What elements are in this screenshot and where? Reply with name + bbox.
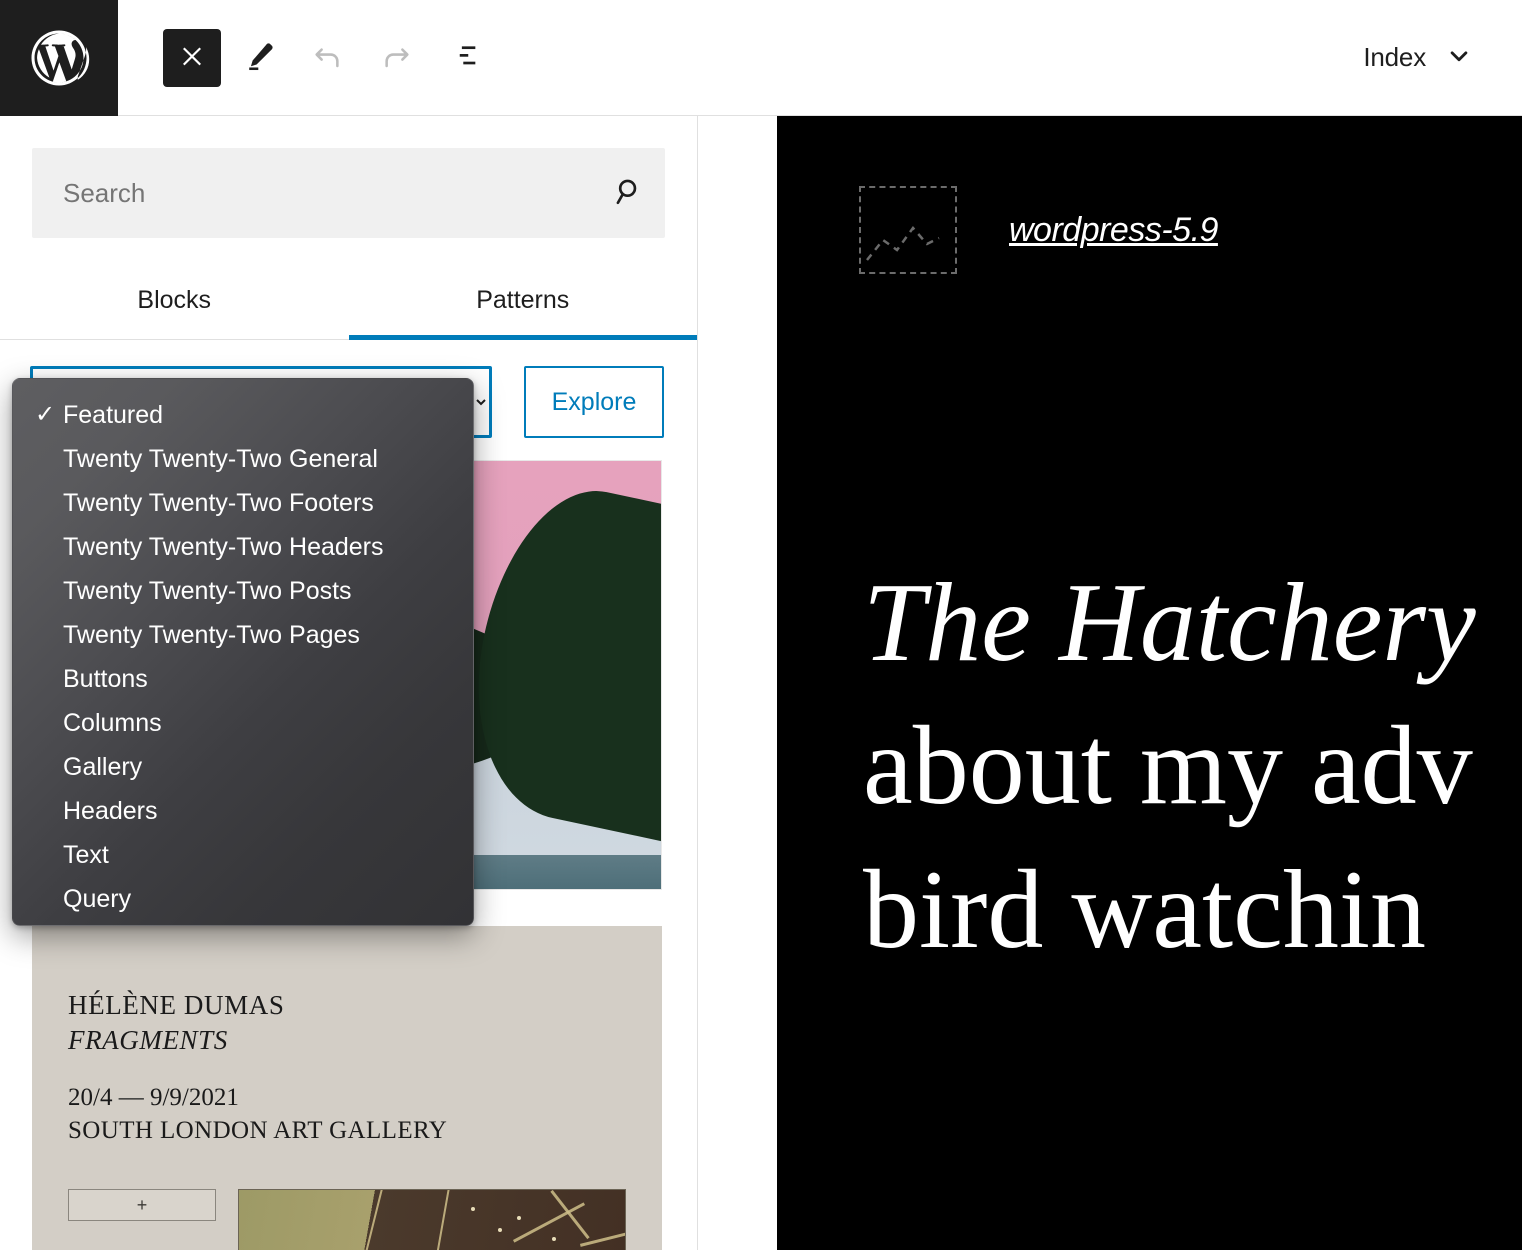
dropdown-item-buttons[interactable]: Buttons	[13, 657, 473, 701]
tab-blocks[interactable]: Blocks	[0, 268, 349, 339]
inserter-tabs: Blocks Patterns	[0, 268, 697, 340]
dropdown-item-label: Featured	[63, 401, 473, 430]
poster-add-button[interactable]: +	[68, 1189, 216, 1221]
wordpress-logo-button[interactable]	[0, 0, 118, 116]
list-view-icon	[447, 39, 481, 76]
poster-dates: 20/4 — 9/9/2021	[68, 1081, 626, 1114]
dropdown-item-label: Twenty Twenty-Two General	[63, 445, 473, 474]
dropdown-item-label: Twenty Twenty-Two Footers	[63, 489, 473, 518]
redo-arrow-icon	[379, 39, 413, 76]
chevron-down-icon	[1444, 41, 1474, 74]
poster-venue: SOUTH LONDON ART GALLERY	[68, 1114, 626, 1147]
pencil-icon	[243, 39, 277, 76]
dropdown-item-twenty-twenty-two-posts[interactable]: Twenty Twenty-Two Posts	[13, 569, 473, 613]
straw-line	[550, 1190, 589, 1239]
dropdown-item-twenty-twenty-two-footers[interactable]: Twenty Twenty-Two Footers	[13, 481, 473, 525]
template-name-label: Index	[1363, 42, 1426, 73]
dropdown-item-label: Buttons	[63, 665, 473, 694]
dropdown-item-text[interactable]: Text	[13, 833, 473, 877]
tab-patterns[interactable]: Patterns	[349, 268, 698, 339]
checkmark-icon: ✓	[35, 403, 63, 427]
heading-line-3: bird watchin	[863, 839, 1522, 982]
top-bar-right-group: Index	[1357, 33, 1522, 82]
straw-line	[358, 1189, 384, 1250]
speck-dot	[471, 1207, 475, 1211]
canvas-left-gutter	[699, 116, 777, 1250]
dropdown-item-twenty-twenty-two-pages[interactable]: Twenty Twenty-Two Pages	[13, 613, 473, 657]
search-section	[0, 116, 697, 238]
dropdown-item-twenty-twenty-two-general[interactable]: Twenty Twenty-Two General	[13, 437, 473, 481]
template-switcher-button[interactable]: Index	[1357, 33, 1480, 82]
dropdown-item-label: Gallery	[63, 753, 473, 782]
dropdown-item-twenty-twenty-two-headers[interactable]: Twenty Twenty-Two Headers	[13, 525, 473, 569]
poster-artist-name: HÉLÈNE DUMAS	[68, 988, 626, 1023]
undo-arrow-icon	[311, 39, 345, 76]
search-icon	[612, 175, 646, 212]
dropdown-item-label: Query	[63, 885, 473, 914]
dropdown-item-featured[interactable]: ✓Featured	[13, 393, 473, 437]
speck-dot	[498, 1228, 502, 1232]
redo-button[interactable]	[367, 29, 425, 87]
dropdown-item-label: Headers	[63, 797, 473, 826]
dropdown-item-label: Text	[63, 841, 473, 870]
heading-line-1: The Hatchery	[863, 552, 1522, 695]
straw-line	[431, 1189, 451, 1250]
site-editor-canvas[interactable]: wordpress-5.9 The Hatchery about my adv …	[777, 116, 1522, 1250]
editor-top-bar: Index	[0, 0, 1522, 116]
close-icon	[179, 43, 205, 72]
broken-image-row: wordpress-5.9	[777, 116, 1522, 274]
dropdown-item-gallery[interactable]: Gallery	[13, 745, 473, 789]
canvas-heading-text[interactable]: The Hatchery about my adv bird watchin	[777, 552, 1522, 982]
list-view-button[interactable]	[435, 29, 493, 87]
dropdown-item-label: Twenty Twenty-Two Pages	[63, 621, 473, 650]
heading-line-2: about my adv	[863, 695, 1522, 838]
dropdown-item-headers[interactable]: Headers	[13, 789, 473, 833]
speck-dot	[517, 1216, 521, 1220]
explore-button[interactable]: Explore	[524, 366, 664, 438]
dropdown-item-label: Columns	[63, 709, 473, 738]
dropdown-item-label: Twenty Twenty-Two Posts	[63, 577, 473, 606]
editor-toolbar	[163, 29, 493, 87]
leaf-shape-icon	[450, 473, 662, 858]
broken-image-alt-text: wordpress-5.9	[1009, 211, 1218, 250]
pattern-category-dropdown-menu[interactable]: ✓Featured Twenty Twenty-Two General Twenty…	[12, 378, 474, 926]
poster-artwork-image	[238, 1189, 626, 1250]
undo-button[interactable]	[299, 29, 357, 87]
broken-image-icon	[859, 186, 957, 274]
poster-bottom-row: +	[68, 1189, 626, 1250]
dropdown-item-label: Twenty Twenty-Two Headers	[63, 533, 473, 562]
speck-dot	[552, 1237, 556, 1241]
dropdown-item-columns[interactable]: Columns	[13, 701, 473, 745]
dropdown-item-query[interactable]: Query	[13, 877, 473, 921]
close-inserter-button[interactable]	[163, 29, 221, 87]
poster-exhibition-title: FRAGMENTS	[68, 1023, 626, 1058]
wordpress-logo-icon	[26, 25, 92, 91]
search-input[interactable]	[33, 149, 594, 237]
pattern-preview-gallery-poster[interactable]: HÉLÈNE DUMAS FRAGMENTS 20/4 — 9/9/2021 S…	[32, 926, 662, 1250]
edit-mode-button[interactable]	[231, 29, 289, 87]
search-box[interactable]	[32, 148, 665, 238]
search-submit-button[interactable]	[594, 149, 664, 237]
